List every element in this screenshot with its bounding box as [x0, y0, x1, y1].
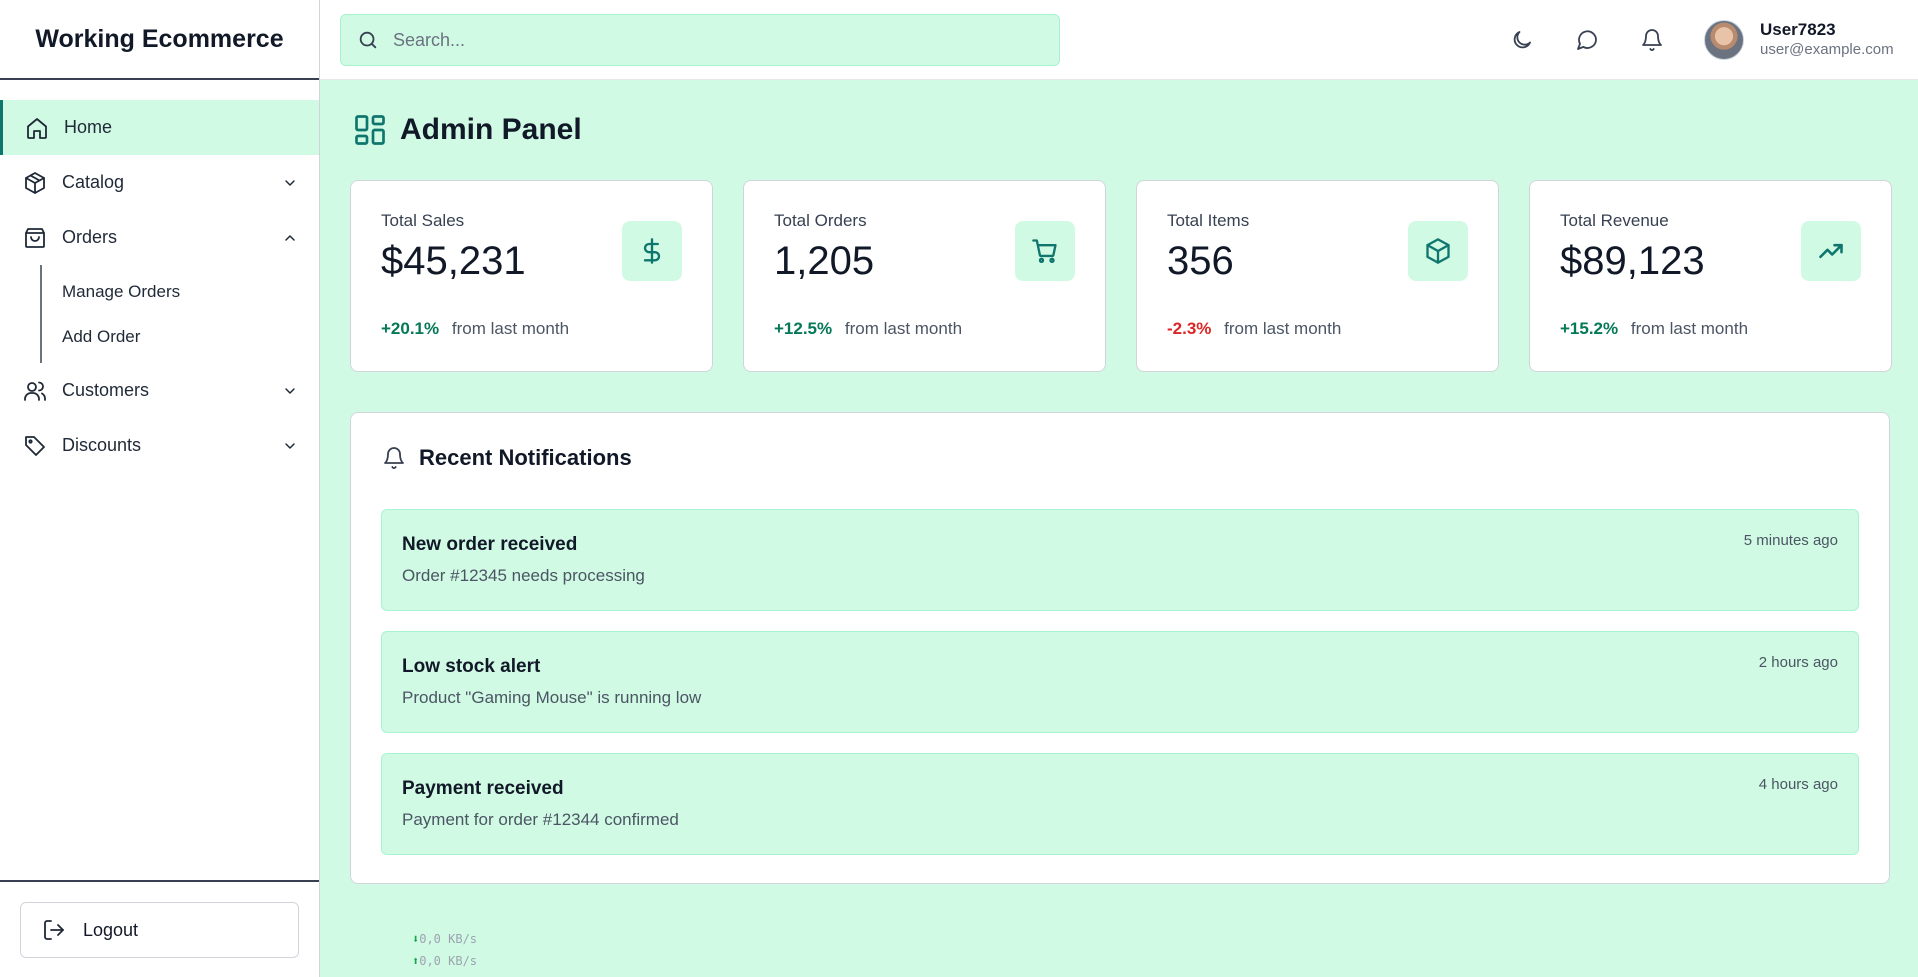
sidebar-nav: Home Catalog Orders Manage Orders Add Or… — [0, 100, 319, 473]
sidebar-item-orders[interactable]: Orders — [0, 210, 319, 265]
sidebar-item-label: Customers — [62, 380, 150, 400]
avatar[interactable] — [1704, 20, 1744, 60]
users-icon — [20, 376, 50, 406]
notification-title: New order received — [402, 534, 578, 555]
notification-description: Payment for order #12344 confirmed — [402, 810, 679, 829]
top-header: User7823 user@example.com — [320, 0, 1918, 80]
subnav-item-add-order[interactable]: Add Order — [42, 314, 319, 359]
cart-icon — [1015, 221, 1075, 281]
notification-title: Low stock alert — [402, 656, 541, 677]
notification-description: Product "Gaming Mouse" is running low — [402, 688, 702, 707]
home-icon — [22, 113, 52, 143]
chevron-down-icon[interactable] — [281, 174, 299, 192]
notification-time: 4 hours ago — [1758, 776, 1838, 793]
netspeed-up: ⬆0,0 KB/s — [412, 950, 477, 972]
dashboard-icon — [352, 112, 388, 148]
stat-card-total-items: Total Items 356 -2.3% from last month — [1136, 180, 1499, 372]
sidebar-item-label: Discounts — [62, 435, 142, 455]
notification-time: 2 hours ago — [1758, 654, 1838, 671]
notification-item[interactable]: New order received Order #12345 needs pr… — [381, 509, 1859, 611]
card-change-note: from last month — [844, 319, 963, 338]
shopping-bag-icon — [20, 223, 50, 253]
search-bar[interactable] — [340, 14, 1060, 66]
main-content: Admin Panel Total Sales $45,231 +20.1% f… — [320, 80, 1918, 977]
user-name: User7823 — [1760, 20, 1836, 39]
card-change-note: from last month — [451, 319, 570, 338]
chevron-up-icon[interactable] — [281, 229, 299, 247]
sidebar-item-discounts[interactable]: Discounts — [0, 418, 319, 473]
netspeed-overlay: ⬇0,0 KB/s ⬆0,0 KB/s — [412, 928, 477, 972]
logout-icon — [41, 917, 67, 943]
card-change: -2.3% from last month — [1167, 319, 1341, 339]
package-icon — [20, 168, 50, 198]
chevron-down-icon[interactable] — [281, 437, 299, 455]
bell-icon[interactable] — [1638, 26, 1666, 54]
stat-card-total-sales: Total Sales $45,231 +20.1% from last mon… — [350, 180, 713, 372]
sidebar-item-label: Orders — [62, 227, 118, 247]
card-change-note: from last month — [1224, 319, 1342, 338]
card-change: +20.1% from last month — [381, 319, 569, 339]
logout-label: Logout — [83, 919, 139, 940]
app-root: Working Ecommerce Home Catalog Orders Ma… — [0, 0, 1918, 977]
card-change-pct: +15.2% — [1560, 319, 1619, 338]
notifications-panel: Recent Notifications New order received … — [350, 412, 1890, 884]
sidebar: Working Ecommerce Home Catalog Orders Ma… — [0, 0, 320, 977]
bell-icon — [381, 445, 407, 471]
dollar-icon — [622, 221, 682, 281]
sidebar-item-customers[interactable]: Customers — [0, 363, 319, 418]
netspeed-down: ⬇0,0 KB/s — [412, 928, 477, 950]
sidebar-item-label: Home — [64, 117, 113, 137]
brand-title: Working Ecommerce — [0, 0, 319, 80]
search-input[interactable] — [393, 29, 1053, 51]
sidebar-item-home[interactable]: Home — [0, 100, 319, 155]
card-change-note: from last month — [1630, 319, 1749, 338]
user-email: user@example.com — [1760, 41, 1894, 58]
stat-card-total-orders: Total Orders 1,205 +12.5% from last mont… — [743, 180, 1106, 372]
notification-description: Order #12345 needs processing — [402, 566, 645, 585]
stat-card-total-revenue: Total Revenue $89,123 +15.2% from last m… — [1529, 180, 1892, 372]
notification-title: Payment received — [402, 778, 564, 799]
netspeed-up-value: 0,0 KB/s — [419, 954, 478, 968]
notifications-header: Recent Notifications — [381, 445, 632, 471]
trending-up-icon — [1801, 221, 1861, 281]
sidebar-item-label: Catalog — [62, 172, 125, 192]
sidebar-item-catalog[interactable]: Catalog — [0, 155, 319, 210]
page-title: Admin Panel — [352, 112, 582, 148]
logout-button[interactable]: Logout — [20, 902, 299, 958]
tag-icon — [20, 431, 50, 461]
message-icon[interactable] — [1573, 26, 1601, 54]
subnav-item-manage-orders[interactable]: Manage Orders — [42, 269, 319, 314]
orders-subnav: Manage Orders Add Order — [40, 265, 319, 363]
stats-cards: Total Sales $45,231 +20.1% from last mon… — [350, 180, 1892, 372]
box-icon — [1408, 221, 1468, 281]
card-change-pct: +12.5% — [774, 319, 833, 338]
sidebar-footer: Logout — [0, 880, 319, 977]
chevron-down-icon[interactable] — [281, 382, 299, 400]
notification-item[interactable]: Low stock alert Product "Gaming Mouse" i… — [381, 631, 1859, 733]
notification-time: 5 minutes ago — [1743, 532, 1838, 549]
card-change: +12.5% from last month — [774, 319, 962, 339]
notification-item[interactable]: Payment received Payment for order #1234… — [381, 753, 1859, 855]
user-info[interactable]: User7823 user@example.com — [1760, 20, 1894, 60]
moon-icon[interactable] — [1508, 26, 1536, 54]
card-change-pct: +20.1% — [381, 319, 440, 338]
search-icon — [355, 27, 381, 53]
card-change: +15.2% from last month — [1560, 319, 1748, 339]
card-change-pct: -2.3% — [1167, 319, 1212, 338]
netspeed-down-value: 0,0 KB/s — [419, 932, 478, 946]
page-title-text: Admin Panel — [400, 113, 582, 146]
notifications-title: Recent Notifications — [419, 445, 632, 470]
